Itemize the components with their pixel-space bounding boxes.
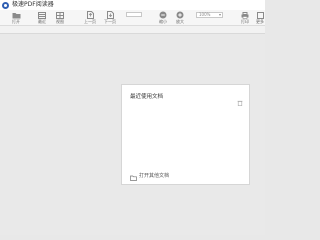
trash-icon[interactable] <box>237 91 243 106</box>
panel-title: 最近使用文档 <box>130 94 164 100</box>
zoom-in-button[interactable]: 放大 <box>172 11 188 24</box>
back-arrow-icon[interactable] <box>3 27 9 42</box>
more-icon <box>256 11 264 19</box>
prev-page-label: 上一页 <box>84 19 96 24</box>
page-number-input[interactable] <box>126 12 142 17</box>
open-other-document-link[interactable]: 打开其他文档 <box>130 171 170 181</box>
recent-documents-panel: 最近使用文档 打开其他文档 <box>121 84 250 185</box>
zoom-out-label: 缩小 <box>159 19 167 24</box>
nav-bar <box>0 26 265 42</box>
title-bar: 极速PDF阅读器 <box>0 0 265 10</box>
zoom-value: 100% <box>199 12 211 17</box>
recent-button[interactable]: 最近 <box>34 11 50 24</box>
more-button[interactable]: 更多 <box>254 11 266 24</box>
print-button[interactable]: 打印 <box>237 11 253 24</box>
zoom-out-icon <box>159 11 167 19</box>
app-logo-icon <box>2 1 9 9</box>
recent-label: 最近 <box>38 19 46 24</box>
list-icon <box>38 11 46 19</box>
print-label: 打印 <box>241 19 249 24</box>
more-label: 更多 <box>256 19 264 24</box>
zoom-select[interactable]: 100% <box>196 12 223 18</box>
app-title: 极速PDF阅读器 <box>12 1 54 8</box>
prev-page-icon <box>86 11 94 19</box>
folder-open-icon <box>130 166 137 185</box>
next-page-button[interactable]: 下一页 <box>102 11 118 24</box>
next-page-label: 下一页 <box>104 19 116 24</box>
chevron-down-icon <box>219 14 221 16</box>
zoom-in-label: 放大 <box>176 19 184 24</box>
printer-icon <box>241 11 249 19</box>
grid-icon <box>56 11 64 19</box>
open-label: 打开 <box>12 19 20 24</box>
view-button[interactable]: 视图 <box>52 11 68 24</box>
folder-icon <box>12 11 21 19</box>
view-label: 视图 <box>56 19 64 24</box>
open-button[interactable]: 打开 <box>8 11 24 24</box>
zoom-in-icon <box>176 11 184 19</box>
zoom-out-button[interactable]: 缩小 <box>155 11 171 24</box>
next-page-icon <box>106 11 114 19</box>
prev-page-button[interactable]: 上一页 <box>82 11 98 24</box>
open-other-label: 打开其他文档 <box>139 172 170 179</box>
